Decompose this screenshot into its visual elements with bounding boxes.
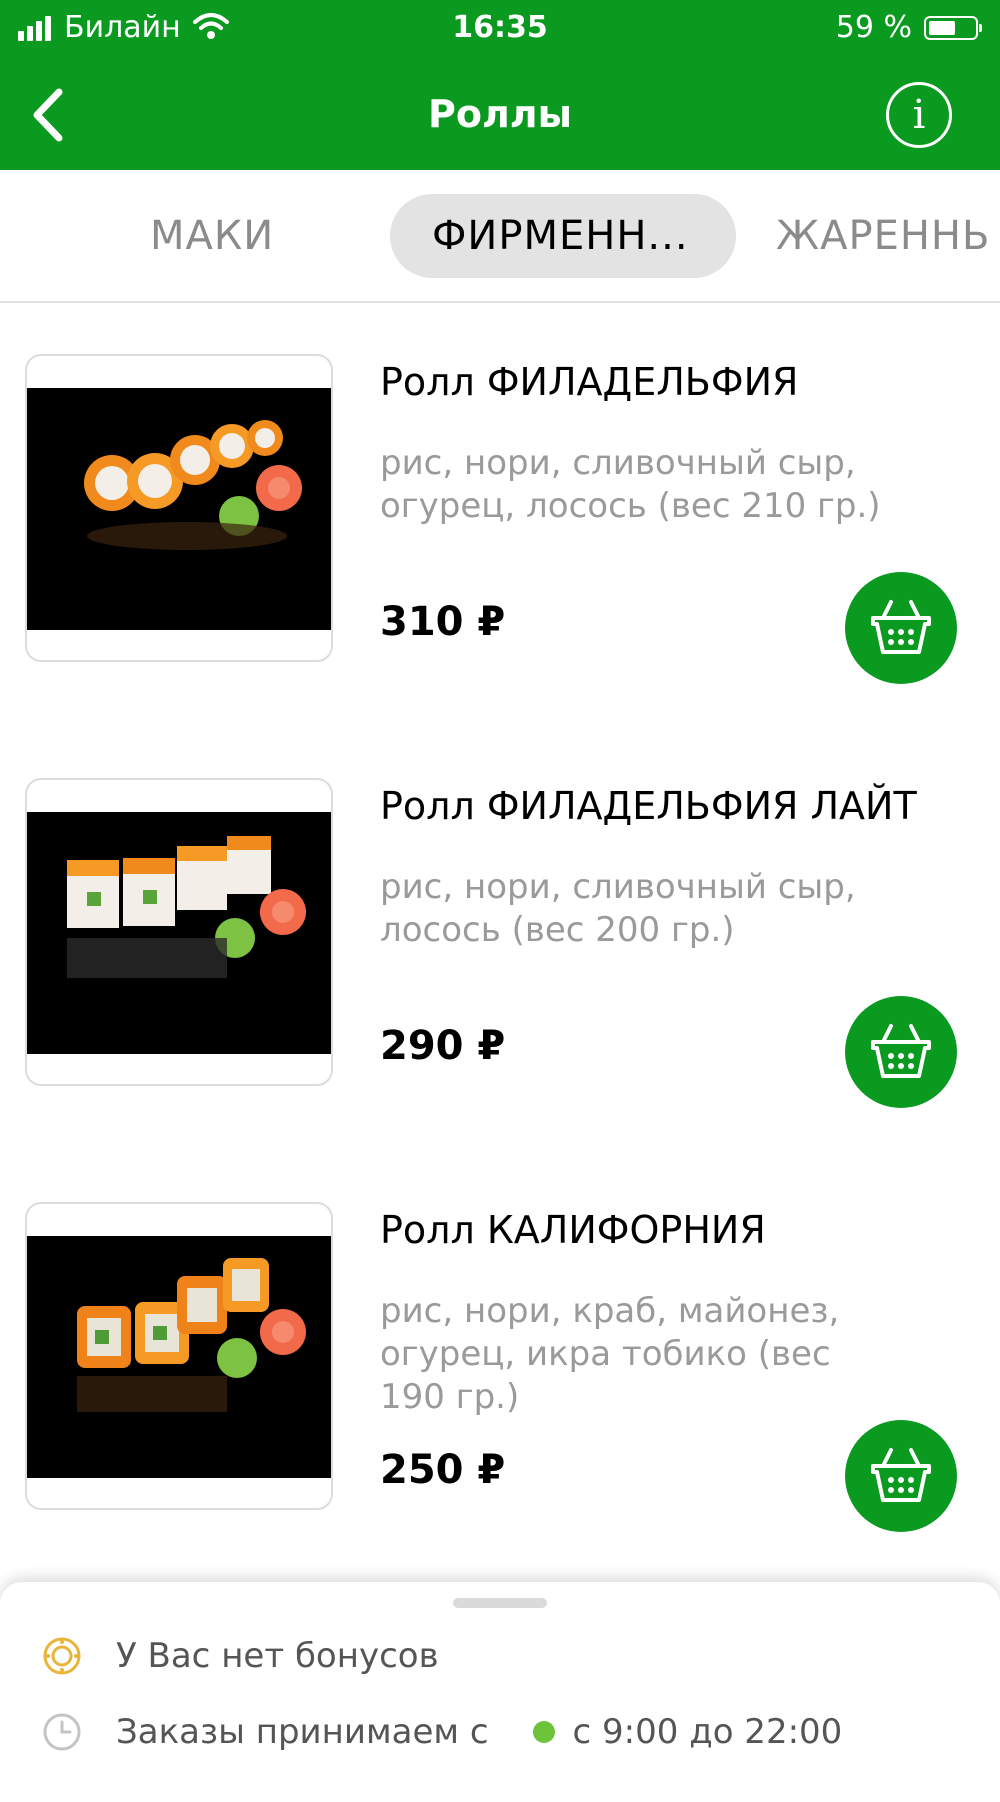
bonus-coin-icon bbox=[40, 1634, 84, 1678]
info-icon: i bbox=[912, 92, 926, 138]
hours-row: Заказы принимаем с с 9:00 до 22:00 bbox=[40, 1710, 842, 1754]
tab-fried[interactable]: ЖАРЕННЬ bbox=[776, 194, 990, 278]
product-card[interactable]: Ролл ФИЛАДЕЛЬФИЯ ЛАЙТ рис, нори, сливочн… bbox=[0, 778, 1000, 1108]
basket-icon bbox=[871, 1024, 931, 1078]
page-title: Роллы bbox=[428, 92, 572, 136]
add-to-cart-button[interactable] bbox=[845, 572, 957, 684]
product-image[interactable] bbox=[25, 354, 333, 662]
product-price: 310 ₽ bbox=[380, 599, 506, 645]
add-to-cart-button[interactable] bbox=[845, 996, 957, 1108]
sheet-drag-handle[interactable] bbox=[453, 1598, 547, 1608]
bonus-text: У Вас нет бонусов bbox=[116, 1636, 439, 1676]
info-button[interactable]: i bbox=[886, 82, 952, 148]
tab-maki[interactable]: МАКИ bbox=[150, 194, 274, 278]
product-image[interactable] bbox=[25, 1202, 333, 1510]
product-name[interactable]: Ролл КАЛИФОРНИЯ bbox=[380, 1202, 980, 1258]
product-description: рис, нори, краб, майонез, огурец, икра т… bbox=[380, 1291, 840, 1417]
bonus-row: У Вас нет бонусов bbox=[40, 1634, 439, 1678]
product-price: 250 ₽ bbox=[380, 1447, 506, 1493]
battery-icon bbox=[924, 16, 982, 40]
open-status-dot bbox=[532, 1721, 555, 1743]
product-price: 290 ₽ bbox=[380, 1023, 506, 1069]
basket-icon bbox=[871, 600, 931, 654]
orders-text: Заказы принимаем с bbox=[116, 1712, 489, 1752]
product-name[interactable]: Ролл ФИЛАДЕЛЬФИЯ ЛАЙТ bbox=[380, 778, 980, 834]
clock-icon bbox=[40, 1710, 84, 1754]
product-description: рис, нори, сливочный сыр, лосось (вес 20… bbox=[380, 867, 856, 950]
info-bottom-sheet[interactable]: У Вас нет бонусов Заказы принимаем с с 9… bbox=[0, 1582, 1000, 1802]
product-card[interactable]: Ролл ФИЛАДЕЛЬФИЯ рис, нори, сливочный сы… bbox=[0, 354, 1000, 684]
product-name[interactable]: Ролл ФИЛАДЕЛЬФИЯ bbox=[380, 354, 980, 410]
status-bar: Билайн 16:35 59 % bbox=[0, 0, 1000, 56]
app-header: Билайн 16:35 59 % Роллы i bbox=[0, 0, 1000, 170]
working-hours: с 9:00 до 22:00 bbox=[572, 1712, 843, 1752]
product-image[interactable] bbox=[25, 778, 333, 1086]
tab-signature[interactable]: ФИРМЕНН... bbox=[390, 194, 736, 278]
product-card[interactable]: Ролл КАЛИФОРНИЯ рис, нори, краб, майонез… bbox=[0, 1202, 1000, 1532]
product-description: рис, нори, сливочный сыр, огурец, лосось… bbox=[380, 443, 881, 526]
add-to-cart-button[interactable] bbox=[845, 1420, 957, 1532]
category-tabs: МАКИ ФИРМЕНН... ЖАРЕННЬ bbox=[0, 170, 1000, 303]
basket-icon bbox=[871, 1448, 931, 1502]
battery-percent: 59 % bbox=[835, 10, 912, 45]
